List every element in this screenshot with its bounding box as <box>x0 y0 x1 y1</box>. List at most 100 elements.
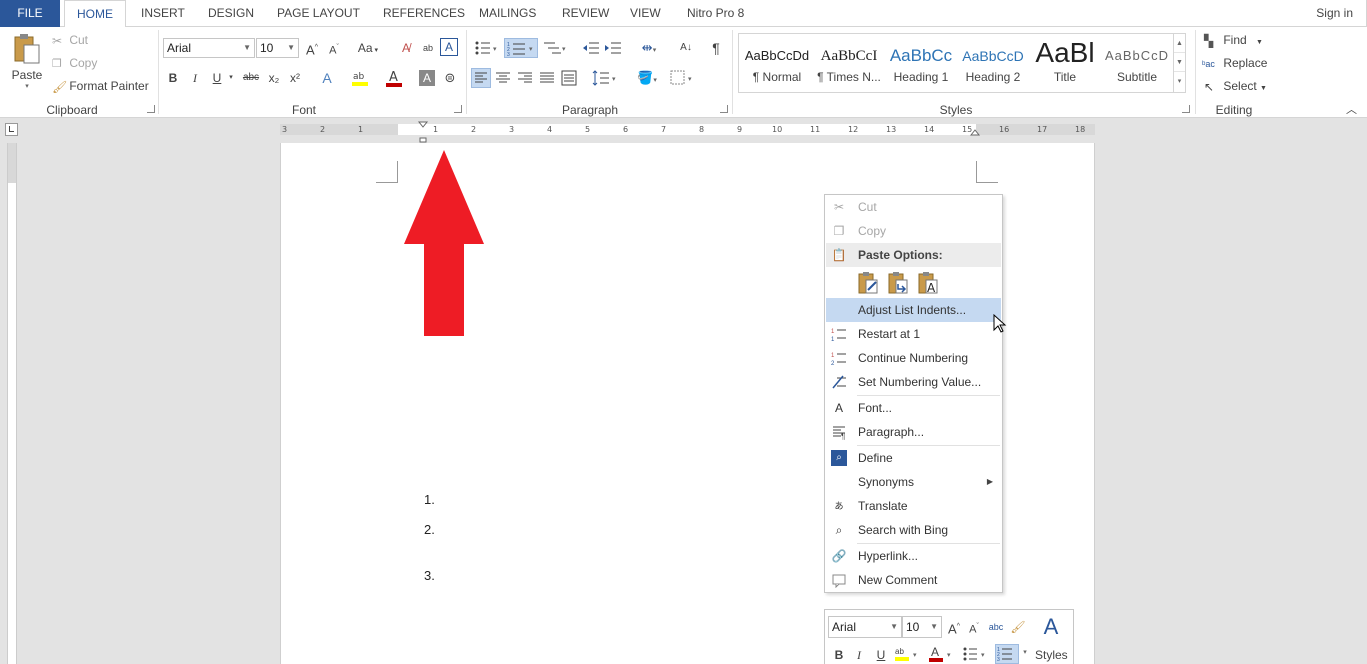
menu-item-synonyms[interactable]: Synonyms ▶ <box>826 470 1001 494</box>
style-heading-2[interactable]: AaBbCcD Heading 2 <box>957 34 1029 92</box>
tab-review[interactable]: REVIEW <box>562 0 609 27</box>
clear-formatting-icon[interactable]: A̸ <box>396 38 416 58</box>
mini-styles-label[interactable]: Styles <box>1035 646 1068 664</box>
strikethrough-button[interactable]: abc <box>241 68 261 88</box>
decrease-indent-icon[interactable] <box>581 38 601 58</box>
tab-selector-icon[interactable] <box>5 123 18 136</box>
mini-bullets-icon[interactable]: ▾ <box>961 644 991 662</box>
more-styles-icon[interactable]: ▾ <box>1174 72 1185 91</box>
menu-item-new-comment[interactable]: New Comment <box>826 568 1001 592</box>
menu-item-copy[interactable]: ❐ Copy <box>826 219 1001 243</box>
tab-references[interactable]: REFERENCES <box>383 0 465 27</box>
align-right-icon[interactable] <box>515 68 535 88</box>
mini-font-color-button[interactable]: A ▾ <box>927 644 957 662</box>
align-center-icon[interactable] <box>493 68 513 88</box>
align-left-icon[interactable] <box>471 68 491 88</box>
font-size-combo[interactable]: 10 ▼ <box>256 38 299 58</box>
horizontal-ruler[interactable]: 3 2 1 1 2 3 4 5 6 7 8 9 10 11 12 13 14 1… <box>280 121 1095 143</box>
indent-marker-icon[interactable] <box>417 121 429 143</box>
cut-button[interactable]: ✂ Cut <box>52 33 88 48</box>
mini-underline-button[interactable]: U <box>873 646 889 664</box>
line-spacing-icon[interactable]: ▾ <box>591 68 619 88</box>
right-indent-marker-icon[interactable] <box>969 127 981 137</box>
asian-layout-icon[interactable]: ⇹▾ <box>636 38 662 58</box>
change-case-button[interactable]: Aa ▾ <box>352 38 384 58</box>
paste-merge-formatting-icon[interactable] <box>885 270 913 296</box>
highlight-color-button[interactable]: ab <box>350 68 370 88</box>
underline-dropdown-icon[interactable]: ▾ <box>226 68 236 88</box>
font-name-combo[interactable]: Arial ▼ <box>163 38 255 58</box>
find-button[interactable]: ▚ Find ▼ <box>1204 33 1263 48</box>
tab-file[interactable]: FILE <box>0 0 60 27</box>
styles-gallery-scroll[interactable]: ▲ ▼ ▾ <box>1173 34 1185 92</box>
underline-button[interactable]: U <box>207 68 227 88</box>
increase-indent-icon[interactable] <box>603 38 623 58</box>
format-painter-icon[interactable]: 🖌 <box>1009 618 1027 636</box>
style-heading-1[interactable]: AaBbCc Heading 1 <box>885 34 957 92</box>
list-item-number[interactable]: 2. <box>424 522 435 537</box>
grow-font-icon[interactable]: A^ <box>302 38 322 58</box>
format-painter-button[interactable]: 🖌 Format Painter <box>52 79 149 94</box>
subscript-button[interactable]: x₂ <box>264 68 284 88</box>
styles-launcher-icon[interactable] <box>1182 105 1190 113</box>
phonetic-guide-icon[interactable]: ab <box>418 38 438 58</box>
tab-page-layout[interactable]: PAGE LAYOUT <box>277 0 360 27</box>
chevron-down-icon[interactable]: ▾ <box>1020 644 1030 662</box>
paste-button[interactable]: Paste ▾ <box>10 33 44 90</box>
menu-item-translate[interactable]: あ Translate <box>826 494 1001 518</box>
mini-bold-button[interactable]: B <box>831 646 847 664</box>
shrink-font-icon[interactable]: Aˇ <box>324 38 344 58</box>
character-border-icon[interactable]: A <box>440 38 458 56</box>
menu-item-font[interactable]: A Font... <box>826 396 1001 420</box>
text-effects-icon[interactable]: A <box>317 68 337 88</box>
menu-item-cut[interactable]: ✂ Cut <box>826 195 1001 219</box>
scroll-down-icon[interactable]: ▼ <box>1174 53 1185 72</box>
styles-icon[interactable]: A <box>1033 614 1069 640</box>
mini-highlight-button[interactable]: ab ▾ <box>893 644 923 662</box>
shrink-font-icon[interactable]: Aˇ <box>965 618 983 636</box>
mini-font-size-combo[interactable]: 10 ▼ <box>902 616 942 638</box>
list-item-number[interactable]: 1. <box>424 492 435 507</box>
style-subtitle[interactable]: AaBbCcD Subtitle <box>1101 34 1173 92</box>
justify-icon[interactable] <box>537 68 557 88</box>
font-color-button[interactable]: A <box>384 68 404 88</box>
font-launcher-icon[interactable] <box>454 105 462 113</box>
paste-dropdown-icon[interactable]: ▾ <box>10 82 44 90</box>
borders-icon[interactable]: ▾ <box>668 68 696 88</box>
tab-home[interactable]: HOME <box>64 0 126 28</box>
tab-insert[interactable]: INSERT <box>141 0 185 27</box>
style-normal[interactable]: AaBbCcDd ¶ Normal <box>741 34 813 92</box>
enclose-characters-icon[interactable]: ⊜ <box>440 68 460 88</box>
grow-font-icon[interactable]: A^ <box>945 618 963 636</box>
menu-item-paragraph[interactable]: ¶ Paragraph... <box>826 420 1001 444</box>
paste-keep-formatting-icon[interactable] <box>855 270 883 296</box>
tab-view[interactable]: VIEW <box>630 0 661 27</box>
sort-icon[interactable]: A↓ <box>676 38 696 58</box>
show-formatting-button[interactable]: ¶ <box>706 38 726 58</box>
vertical-ruler[interactable] <box>7 143 17 664</box>
distributed-icon[interactable] <box>559 68 579 88</box>
menu-item-adjust-list-indents[interactable]: Adjust List Indents... <box>826 298 1001 322</box>
italic-button[interactable]: I <box>185 68 205 88</box>
menu-item-define[interactable]: ⌕ Define <box>826 446 1001 470</box>
superscript-button[interactable]: x² <box>285 68 305 88</box>
collapse-ribbon-icon[interactable]: ︿ <box>1346 101 1357 117</box>
bullets-icon[interactable]: ▾ <box>472 38 500 58</box>
clear-format-icon[interactable]: abc <box>987 618 1005 636</box>
tab-nitro-pro[interactable]: Nitro Pro 8 <box>687 0 744 27</box>
style-times-new[interactable]: AaBbCcI ¶ Times N... <box>813 34 885 92</box>
mini-numbering-icon[interactable]: 123 <box>995 644 1019 664</box>
menu-item-continue-numbering[interactable]: 12 Continue Numbering <box>826 346 1001 370</box>
menu-item-hyperlink[interactable]: 🔗 Hyperlink... <box>826 544 1001 568</box>
tab-design[interactable]: DESIGN <box>208 0 254 27</box>
paragraph-launcher-icon[interactable] <box>720 105 728 113</box>
multilevel-list-icon[interactable]: ▾ <box>541 38 569 58</box>
clipboard-launcher-icon[interactable] <box>147 105 155 113</box>
sign-in-link[interactable]: Sign in <box>1316 0 1353 27</box>
list-item-number[interactable]: 3. <box>424 568 435 583</box>
menu-item-restart-at-1[interactable]: 11 Restart at 1 <box>826 322 1001 346</box>
mini-italic-button[interactable]: I <box>851 646 867 664</box>
shading-icon[interactable]: 🪣▾ <box>633 68 661 88</box>
menu-item-set-numbering-value[interactable]: Set Numbering Value... <box>826 370 1001 394</box>
style-title[interactable]: AaBl Title <box>1029 34 1101 92</box>
